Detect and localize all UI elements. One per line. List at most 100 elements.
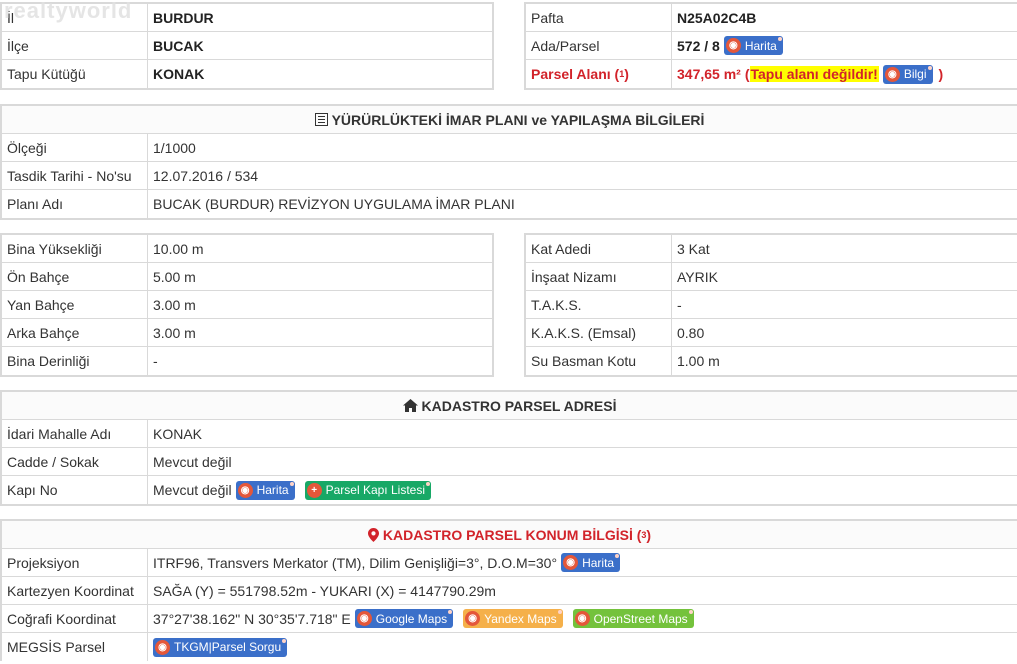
mahalle-value: KONAK — [148, 420, 1017, 447]
bina-derinligi-value: - — [148, 347, 492, 375]
bilgi-button[interactable]: ◉ Bilgi — [882, 64, 933, 84]
ada-parsel-label: Ada/Parsel — [526, 32, 672, 59]
tasdik-label: Tasdik Tarihi - No'su — [2, 162, 148, 189]
table-row: İnşaat Nizamı AYRIK — [526, 263, 1017, 291]
cografi-label: Coğrafi Koordinat — [2, 605, 148, 632]
projeksiyon-value: ITRF96, Transvers Merkator (TM), Dilim G… — [153, 554, 558, 571]
projeksiyon-cell: ITRF96, Transvers Merkator (TM), Dilim G… — [148, 549, 1017, 576]
table-row: Kartezyen Koordinat SAĞA (Y) = 551798.52… — [2, 577, 1017, 605]
tasdik-value: 12.07.2016 / 534 — [148, 162, 1017, 189]
table-row: İlçe BUCAK — [2, 32, 492, 60]
kat-adedi-value: 3 Kat — [672, 235, 1017, 262]
map-pin-icon: ◉ — [563, 555, 579, 570]
ada-parsel-value: 572 / 8 — [677, 37, 720, 54]
table-row: K.A.K.S. (Emsal) 0.80 — [526, 319, 1017, 347]
yan-bahce-label: Yan Bahçe — [2, 291, 148, 318]
map-pin-icon: ◉ — [465, 611, 481, 626]
adres-header: KADASTRO PARSEL ADRESİ — [2, 392, 1017, 420]
parsel-kapi-listesi-label: Parsel Kapı Listesi — [325, 483, 425, 497]
bina-yuksekligi-value: 10.00 m — [148, 235, 492, 262]
table-row: Su Basman Kotu 1.00 m — [526, 347, 1017, 375]
table-row: İl BURDUR — [2, 4, 492, 32]
yandex-maps-button[interactable]: ◉ Yandex Maps — [463, 609, 563, 628]
on-bahce-value: 5.00 m — [148, 263, 492, 290]
kapi-harita-button[interactable]: ◉ Harita — [235, 480, 295, 500]
table-row: Parsel Alanı (1) 347,65 m² ( Tapu alanı … — [526, 60, 1017, 88]
home-icon — [402, 399, 418, 412]
imar-table: YÜRÜRLÜKTEKİ İMAR PLANI ve YAPILAŞMA BİL… — [0, 104, 1017, 220]
parsel-kapi-listesi-button[interactable]: + Parsel Kapı Listesi — [304, 480, 431, 500]
konum-title-close: ) — [646, 526, 652, 543]
yapi-left-table: Bina Yüksekliği 10.00 m Ön Bahçe 5.00 m … — [0, 233, 494, 377]
cadde-value: Mevcut değil — [148, 448, 1017, 475]
table-row: Cadde / Sokak Mevcut değil — [2, 448, 1017, 476]
mahalle-label: İdari Mahalle Adı — [2, 420, 148, 447]
parsel-alani-text: Parsel Alanı ( — [531, 66, 620, 82]
plus-icon: + — [306, 482, 322, 498]
ilce-label: İlçe — [2, 32, 148, 59]
cografi-value: 37°27'38.162" N 30°35'7.718" E — [153, 610, 351, 627]
konum-table: KADASTRO PARSEL KONUM BİLGİSİ (3) Projek… — [0, 519, 1017, 661]
kapi-harita-label: Harita — [256, 483, 289, 497]
table-row: Planı Adı BUCAK (BURDUR) REVİZYON UYGULA… — [2, 190, 1017, 218]
table-row: İdari Mahalle Adı KONAK — [2, 420, 1017, 448]
cadde-label: Cadde / Sokak — [2, 448, 148, 475]
table-row: Ada/Parsel 572 / 8 ◉ Harita — [526, 32, 1017, 60]
parsel-alani-cell: 347,65 m² ( Tapu alanı değildir! ◉ Bilgi … — [672, 60, 1017, 88]
tapu-kutugu-label: Tapu Kütüğü — [2, 60, 148, 88]
kaks-label: K.A.K.S. (Emsal) — [526, 319, 672, 346]
megsis-label: MEGSİS Parsel — [2, 633, 148, 661]
ada-harita-button[interactable]: ◉ Harita — [723, 36, 783, 55]
kapi-no-value: Mevcut değil — [153, 482, 232, 498]
info-icon: ◉ — [884, 66, 900, 82]
ilce-value: BUCAK — [148, 32, 492, 59]
adres-table: KADASTRO PARSEL ADRESİ İdari Mahalle Adı… — [0, 390, 1017, 506]
konum-header: KADASTRO PARSEL KONUM BİLGİSİ (3) — [2, 521, 1017, 549]
projeksiyon-harita-label: Harita — [582, 555, 615, 570]
kartezyen-value: SAĞA (Y) = 551798.52m - YUKARI (X) = 414… — [148, 577, 1017, 604]
projeksiyon-label: Projeksiyon — [2, 549, 148, 576]
table-row: T.A.K.S. - — [526, 291, 1017, 319]
bina-derinligi-label: Bina Derinliği — [2, 347, 148, 375]
projeksiyon-harita-button[interactable]: ◉ Harita — [561, 553, 621, 572]
taks-value: - — [672, 291, 1017, 318]
map-pin-icon: ◉ — [237, 482, 253, 498]
pafta-value: N25A02C4B — [672, 4, 1017, 31]
tapu-kutugu-value: KONAK — [148, 60, 492, 88]
kat-adedi-label: Kat Adedi — [526, 235, 672, 262]
yan-bahce-value: 3.00 m — [148, 291, 492, 318]
location-table: İl BURDUR İlçe BUCAK Tapu Kütüğü KONAK — [0, 2, 494, 90]
openstreet-maps-button[interactable]: ◉ OpenStreet Maps — [572, 609, 694, 628]
map-pin-icon: ◉ — [155, 639, 170, 655]
adres-title: KADASTRO PARSEL ADRESİ — [421, 397, 617, 414]
table-row: Ölçeği 1/1000 — [2, 134, 1017, 162]
arka-bahce-label: Arka Bahçe — [2, 319, 148, 346]
table-row: Kapı No Mevcut değil ◉ Harita + Parsel Kap… — [2, 476, 1017, 504]
imar-header: YÜRÜRLÜKTEKİ İMAR PLANI ve YAPILAŞMA BİL… — [2, 106, 1017, 134]
openstreet-maps-label: OpenStreet Maps — [593, 611, 688, 626]
table-row: Tasdik Tarihi - No'su 12.07.2016 / 534 — [2, 162, 1017, 190]
konum-title: KADASTRO PARSEL KONUM BİLGİSİ ( — [382, 526, 642, 543]
parsel-alani-close: ) — [624, 66, 629, 82]
pafta-label: Pafta — [526, 4, 672, 31]
parsel-alani-label: Parsel Alanı (1) — [526, 60, 672, 88]
table-row: Coğrafi Koordinat 37°27'38.162" N 30°35'… — [2, 605, 1017, 633]
yandex-maps-label: Yandex Maps — [484, 611, 557, 626]
megsis-cell: ◉ TKGM|Parsel Sorgu — [148, 633, 1017, 661]
plan-adi-value: BUCAK (BURDUR) REVİZYON UYGULAMA İMAR PL… — [148, 190, 1017, 218]
google-maps-button[interactable]: ◉ Google Maps — [354, 609, 454, 628]
table-row: Tapu Kütüğü KONAK — [2, 60, 492, 88]
tapu-warning: Tapu alanı değildir! — [749, 66, 879, 82]
tkgm-parsel-sorgu-button[interactable]: ◉ TKGM|Parsel Sorgu — [153, 637, 288, 657]
map-pin-icon: ◉ — [574, 611, 590, 626]
map-pin-icon: ◉ — [725, 38, 741, 53]
table-row: Bina Derinliği - — [2, 347, 492, 375]
parcel-table: Pafta N25A02C4B Ada/Parsel 572 / 8 ◉ Hari… — [524, 2, 1017, 90]
parsel-alani-value: 347,65 m² — [677, 66, 741, 82]
google-maps-label: Google Maps — [375, 611, 448, 626]
table-row: Kat Adedi 3 Kat — [526, 235, 1017, 263]
table-row: Ön Bahçe 5.00 m — [2, 263, 492, 291]
table-row: Pafta N25A02C4B — [526, 4, 1017, 32]
taks-label: T.A.K.S. — [526, 291, 672, 318]
kapi-no-cell: Mevcut değil ◉ Harita + Parsel Kapı Listes… — [148, 476, 1017, 504]
